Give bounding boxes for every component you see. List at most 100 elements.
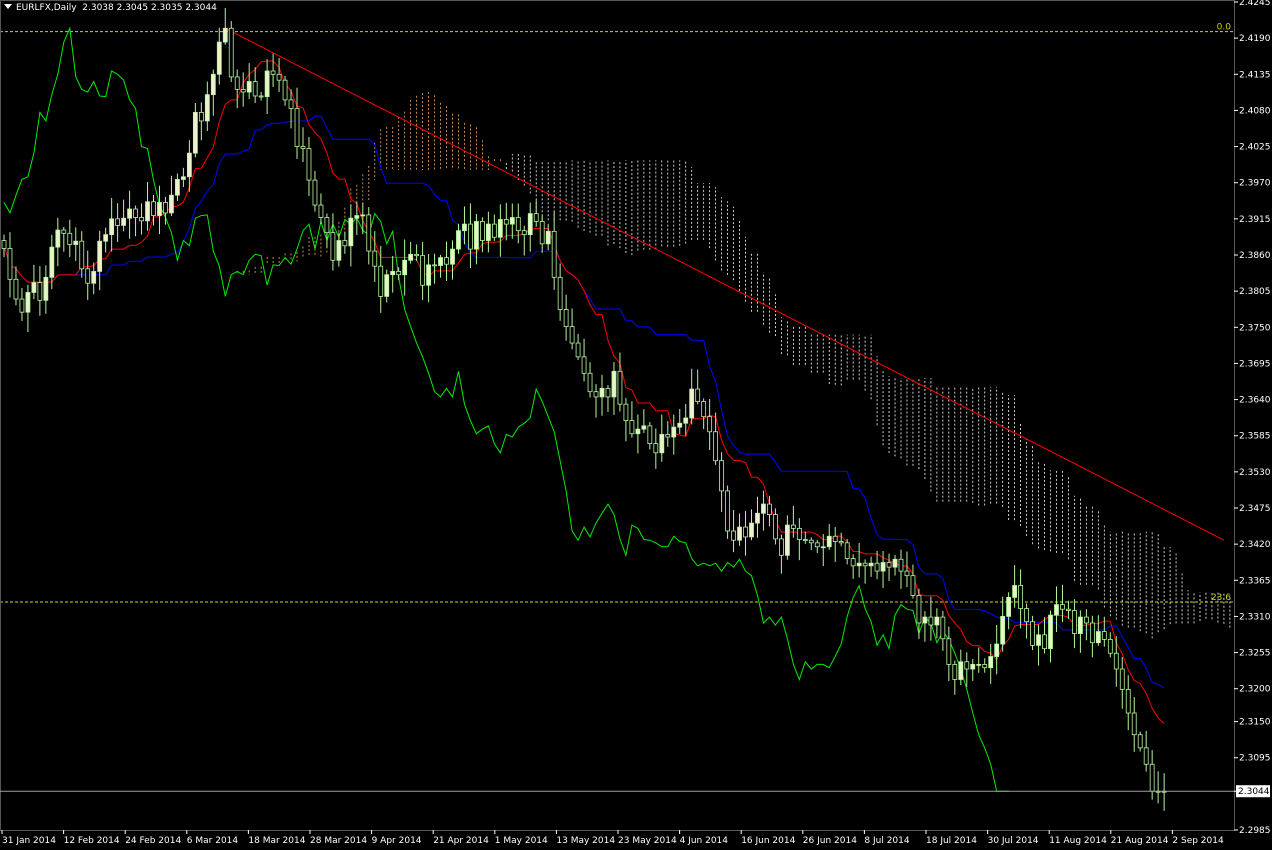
x-tick-label: 4 Jun 2014 [680,836,729,846]
candle-body [13,278,19,300]
candle-body [844,542,850,559]
x-tick-label: 21 Aug 2014 [1111,836,1169,846]
candle-body [432,264,437,267]
candle-body [37,282,43,301]
candle-body [151,201,156,216]
price-chart[interactable]: 0.0 23.6 2.4245 2.4190 2.4135 2.4080 2.4025 2.… [0,0,1272,850]
y-tick-label: 2.3640 [1239,396,1271,406]
candle-body [521,230,527,236]
candle-body [1024,608,1029,623]
candle-body [420,255,426,286]
candle-body [497,219,503,238]
candle-body [838,541,844,544]
candle-body [725,490,730,532]
candle-body [599,387,605,398]
candle-body [414,253,420,257]
candle-body [1000,616,1006,645]
candle-body [587,372,593,393]
y-tick-label: 2.3970 [1239,179,1271,189]
candle-body [515,217,521,232]
candle-body [246,81,252,93]
candle-body [79,240,85,270]
candle-body [503,219,509,225]
candle-body [904,570,910,577]
candle-body [360,214,366,217]
candle-body [67,232,73,245]
candle-body [743,526,748,538]
candle-body [575,342,581,358]
candle-body [790,524,796,529]
candle-body [802,539,808,541]
y-tick-label: 2.4190 [1239,34,1271,44]
candle-body [623,403,629,421]
candle-body [934,616,940,626]
y-tick-label: 2.3420 [1239,540,1271,550]
candle-body [145,201,150,222]
candle-body [856,562,862,567]
candle-body [617,370,623,405]
candle-body [713,431,719,462]
candle-body [886,562,892,568]
x-tick-label: 6 Mar 2014 [187,836,239,846]
candle-body [336,240,342,261]
candle-body [180,176,186,180]
candle-body [103,234,109,242]
candle-body [880,562,886,572]
candle-body [324,217,330,234]
x-tick-label: 9 Apr 2014 [372,836,422,846]
candle-body [240,89,246,93]
candle-body [832,535,838,542]
candle-body [157,202,162,216]
candle-body [306,148,312,181]
x-tick-label: 18 Mar 2014 [248,836,305,846]
fib-label: 23.6 [1211,593,1231,603]
candle-body [198,112,204,122]
candle-body [910,575,916,596]
candle-body [994,643,1000,657]
candle-body [1060,604,1065,610]
candle-body [384,274,390,297]
candle-body [318,204,324,218]
candle-body [348,217,354,247]
symbol-timeframe: EURLFX,Daily [16,3,77,13]
candle-body [456,230,461,250]
candle-body [294,108,300,147]
candle-body [450,248,455,265]
candle-body [169,194,174,214]
candle-body [426,264,431,286]
candle-body [1030,621,1035,646]
candle-body [1131,712,1137,736]
candle-body [1137,734,1143,749]
candle-body [109,218,115,236]
candle-body [665,433,671,438]
fib-label: 0.0 [1217,23,1232,33]
candle-body [312,179,318,206]
candle-body [527,213,533,236]
candle-body [1072,610,1077,634]
candle-body [784,524,790,556]
x-tick-label: 31 Jan 2014 [2,836,56,846]
candle-body [761,503,766,514]
candle-body [139,217,144,222]
y-tick-label: 2.3695 [1239,359,1271,369]
candle-body [629,420,635,435]
candle-body [396,271,402,276]
y-tick-label: 2.4135 [1239,70,1271,80]
candle-body [1107,639,1113,654]
candle-body [683,417,689,424]
y-tick-label: 2.3750 [1239,323,1271,333]
x-tick-label: 13 May 2014 [556,836,615,846]
candle-body [25,292,31,313]
candle-body [1119,668,1125,690]
candle-body [258,95,264,98]
candle-body [372,250,378,267]
candle-body [563,309,569,328]
x-tick-label: 23 May 2014 [618,836,677,846]
candle-body [270,70,276,75]
candle-body [779,538,784,556]
dropdown-arrow-icon[interactable] [4,4,12,9]
candle-body [408,253,414,261]
y-tick-label: 2.3475 [1239,504,1271,514]
y-tick-label: 2.3530 [1239,468,1271,478]
candle-body [491,223,497,238]
